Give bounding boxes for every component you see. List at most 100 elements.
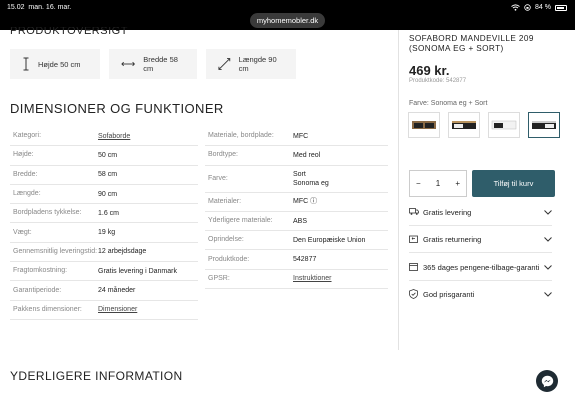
swatch-4-selected[interactable] — [528, 112, 560, 138]
spec-key: Yderligere materiale: — [208, 217, 273, 225]
coffee-table-thumbnail — [532, 121, 556, 129]
coffee-table-thumbnail — [452, 121, 476, 129]
spec-value: MFC — [293, 132, 309, 140]
height-label: Højde 50 cm — [38, 59, 81, 69]
increase-button[interactable]: + — [455, 179, 460, 188]
spec-key: Materialer: — [208, 197, 242, 205]
spec-value: 24 måneder — [98, 287, 136, 295]
spec-value: 19 kg — [98, 229, 116, 237]
spec-row: Højde: 50 cm — [10, 146, 198, 166]
spec-row: Oprindelse: Den Europæiske Union — [205, 231, 388, 251]
spec-key: Kategori: — [13, 132, 42, 140]
spec-row: Fragtomkostning: Gratis levering i Danmar… — [10, 262, 198, 282]
spec-value: Med reol — [293, 151, 321, 159]
spec-key: Farve: — [208, 174, 228, 182]
dimension-tiles: Højde 50 cm Bredde 58 cm Længde 90 cm — [10, 49, 296, 79]
rotation-lock-icon — [524, 4, 531, 11]
spec-value: 90 cm — [98, 190, 118, 198]
quantity-stepper: − 1 + — [409, 170, 467, 197]
chevron-down-icon — [544, 209, 552, 215]
height-tile: Højde 50 cm — [10, 49, 100, 79]
color-label: Farve: Sonoma eg + Sort — [409, 100, 488, 107]
width-label: Bredde 58 cm — [143, 55, 178, 73]
wifi-icon — [511, 4, 520, 11]
length-arrow-icon — [218, 58, 231, 70]
spec-value: Sort Sonoma eg — [293, 170, 329, 187]
spec-key: Bordpladens tykkelse: — [13, 209, 82, 217]
accordion-free-delivery[interactable]: Gratis levering — [409, 199, 552, 226]
spec-row: Produktkode: 542877 — [205, 250, 388, 270]
accordion-label: Gratis returnering — [423, 234, 482, 244]
accordion-label: God prisgaranti — [423, 290, 475, 299]
spec-row: Bredde: 58 cm — [10, 166, 198, 185]
product-code: Produktkode: 542877 — [409, 78, 467, 84]
spec-link[interactable]: Instruktioner — [293, 271, 388, 286]
spec-link[interactable]: Sofaborde — [98, 129, 198, 144]
overview-heading: PRODUKTOVERSIGT — [10, 27, 128, 35]
accordion-price-guarantee[interactable]: God prisgaranti — [409, 281, 552, 308]
accordion-free-returns[interactable]: Gratis returnering — [409, 226, 552, 253]
specs-heading: DIMENSIONER OG FUNKTIONER — [10, 101, 224, 116]
spec-row: Garantiperiode: 24 måneder — [10, 281, 198, 301]
add-to-cart-button[interactable]: Tilføj til kurv — [472, 170, 555, 197]
product-price: 469 kr. — [409, 63, 450, 78]
swatch-3[interactable] — [488, 112, 520, 138]
swatch-2[interactable] — [448, 112, 480, 138]
chevron-down-icon — [544, 264, 552, 270]
spec-key: Vægt: — [13, 228, 32, 236]
spec-row: Materialer: MFC ⓘ — [205, 193, 388, 212]
length-tile: Længde 90 cm — [206, 49, 296, 79]
accordion-label: 365 dages pengene-tilbage-garanti — [423, 262, 540, 272]
width-arrow-icon — [121, 61, 136, 67]
spec-row: Pakkens dimensioner: Dimensioner — [10, 301, 198, 320]
spec-value: 58 cm — [98, 171, 118, 179]
messenger-icon — [541, 375, 553, 387]
accordion-label: Gratis levering — [423, 207, 472, 217]
chevron-down-icon — [544, 236, 552, 242]
spec-value: ABS — [293, 217, 308, 225]
spec-key: Bordtype: — [208, 151, 238, 159]
width-tile: Bredde 58 cm — [109, 49, 197, 79]
spec-row: GPSR: Instruktioner — [205, 270, 388, 290]
status-date: man. 16. mar. — [28, 4, 72, 11]
height-arrow-icon — [23, 57, 29, 71]
specs-table-left: Kategori: Sofaborde Højde: 50 cm Bredde: 58 c… — [10, 127, 198, 320]
accordion-money-back[interactable]: 365 dages pengene-tilbage-garanti — [409, 254, 552, 281]
shield-check-icon — [409, 288, 418, 299]
spec-key: Bredde: — [13, 170, 38, 178]
battery-icon — [555, 4, 567, 11]
length-label: Længde 90 cm — [238, 55, 277, 73]
calendar-icon — [409, 262, 418, 271]
spec-value: 12 arbejdsdage — [98, 248, 147, 256]
decrease-button[interactable]: − — [416, 179, 421, 188]
spec-row: Bordtype: Med reol — [205, 146, 388, 166]
more-info-heading: YDERLIGERE INFORMATION — [10, 369, 183, 383]
spec-key: Fragtomkostning: — [13, 267, 68, 275]
address-bar[interactable]: myhomemobler.dk — [250, 13, 325, 28]
status-time: 15.02 — [7, 4, 25, 11]
battery-level: 84 % — [535, 4, 551, 11]
spec-key: Produktkode: — [208, 255, 250, 263]
spec-row: Yderligere materiale: ABS — [205, 212, 388, 232]
truck-icon — [409, 207, 419, 215]
messenger-chat-button[interactable] — [536, 370, 558, 392]
spec-value: 1.6 cm — [98, 209, 120, 217]
spec-link[interactable]: Dimensioner — [98, 302, 198, 317]
spec-row: Materiale, bordplade: MFC — [205, 127, 388, 147]
spec-value: Gratis levering i Danmark — [98, 267, 177, 275]
swatch-1[interactable] — [408, 112, 440, 138]
spec-value: 542877 — [293, 256, 317, 264]
spec-key: Materiale, bordplade: — [208, 132, 274, 140]
spec-row: Længde: 90 cm — [10, 185, 198, 205]
spec-key: Oprindelse: — [208, 236, 244, 244]
coffee-table-thumbnail — [491, 120, 517, 130]
spec-row: Farve: Sort Sonoma eg — [205, 166, 388, 193]
spec-row: Vægt: 19 kg — [10, 223, 198, 243]
spec-key: Højde: — [13, 151, 34, 159]
chevron-down-icon — [544, 292, 552, 297]
quantity-value[interactable]: 1 — [436, 179, 440, 188]
spec-key: Pakkens dimensioner: — [13, 305, 82, 313]
spec-key: Længde: — [13, 190, 41, 198]
spec-row: Gennemsnitlig leveringstid: 12 arbejdsdag… — [10, 243, 198, 263]
ios-status-bar: 15.02 man. 16. mar. myhomemobler.dk 84 % — [0, 0, 575, 30]
